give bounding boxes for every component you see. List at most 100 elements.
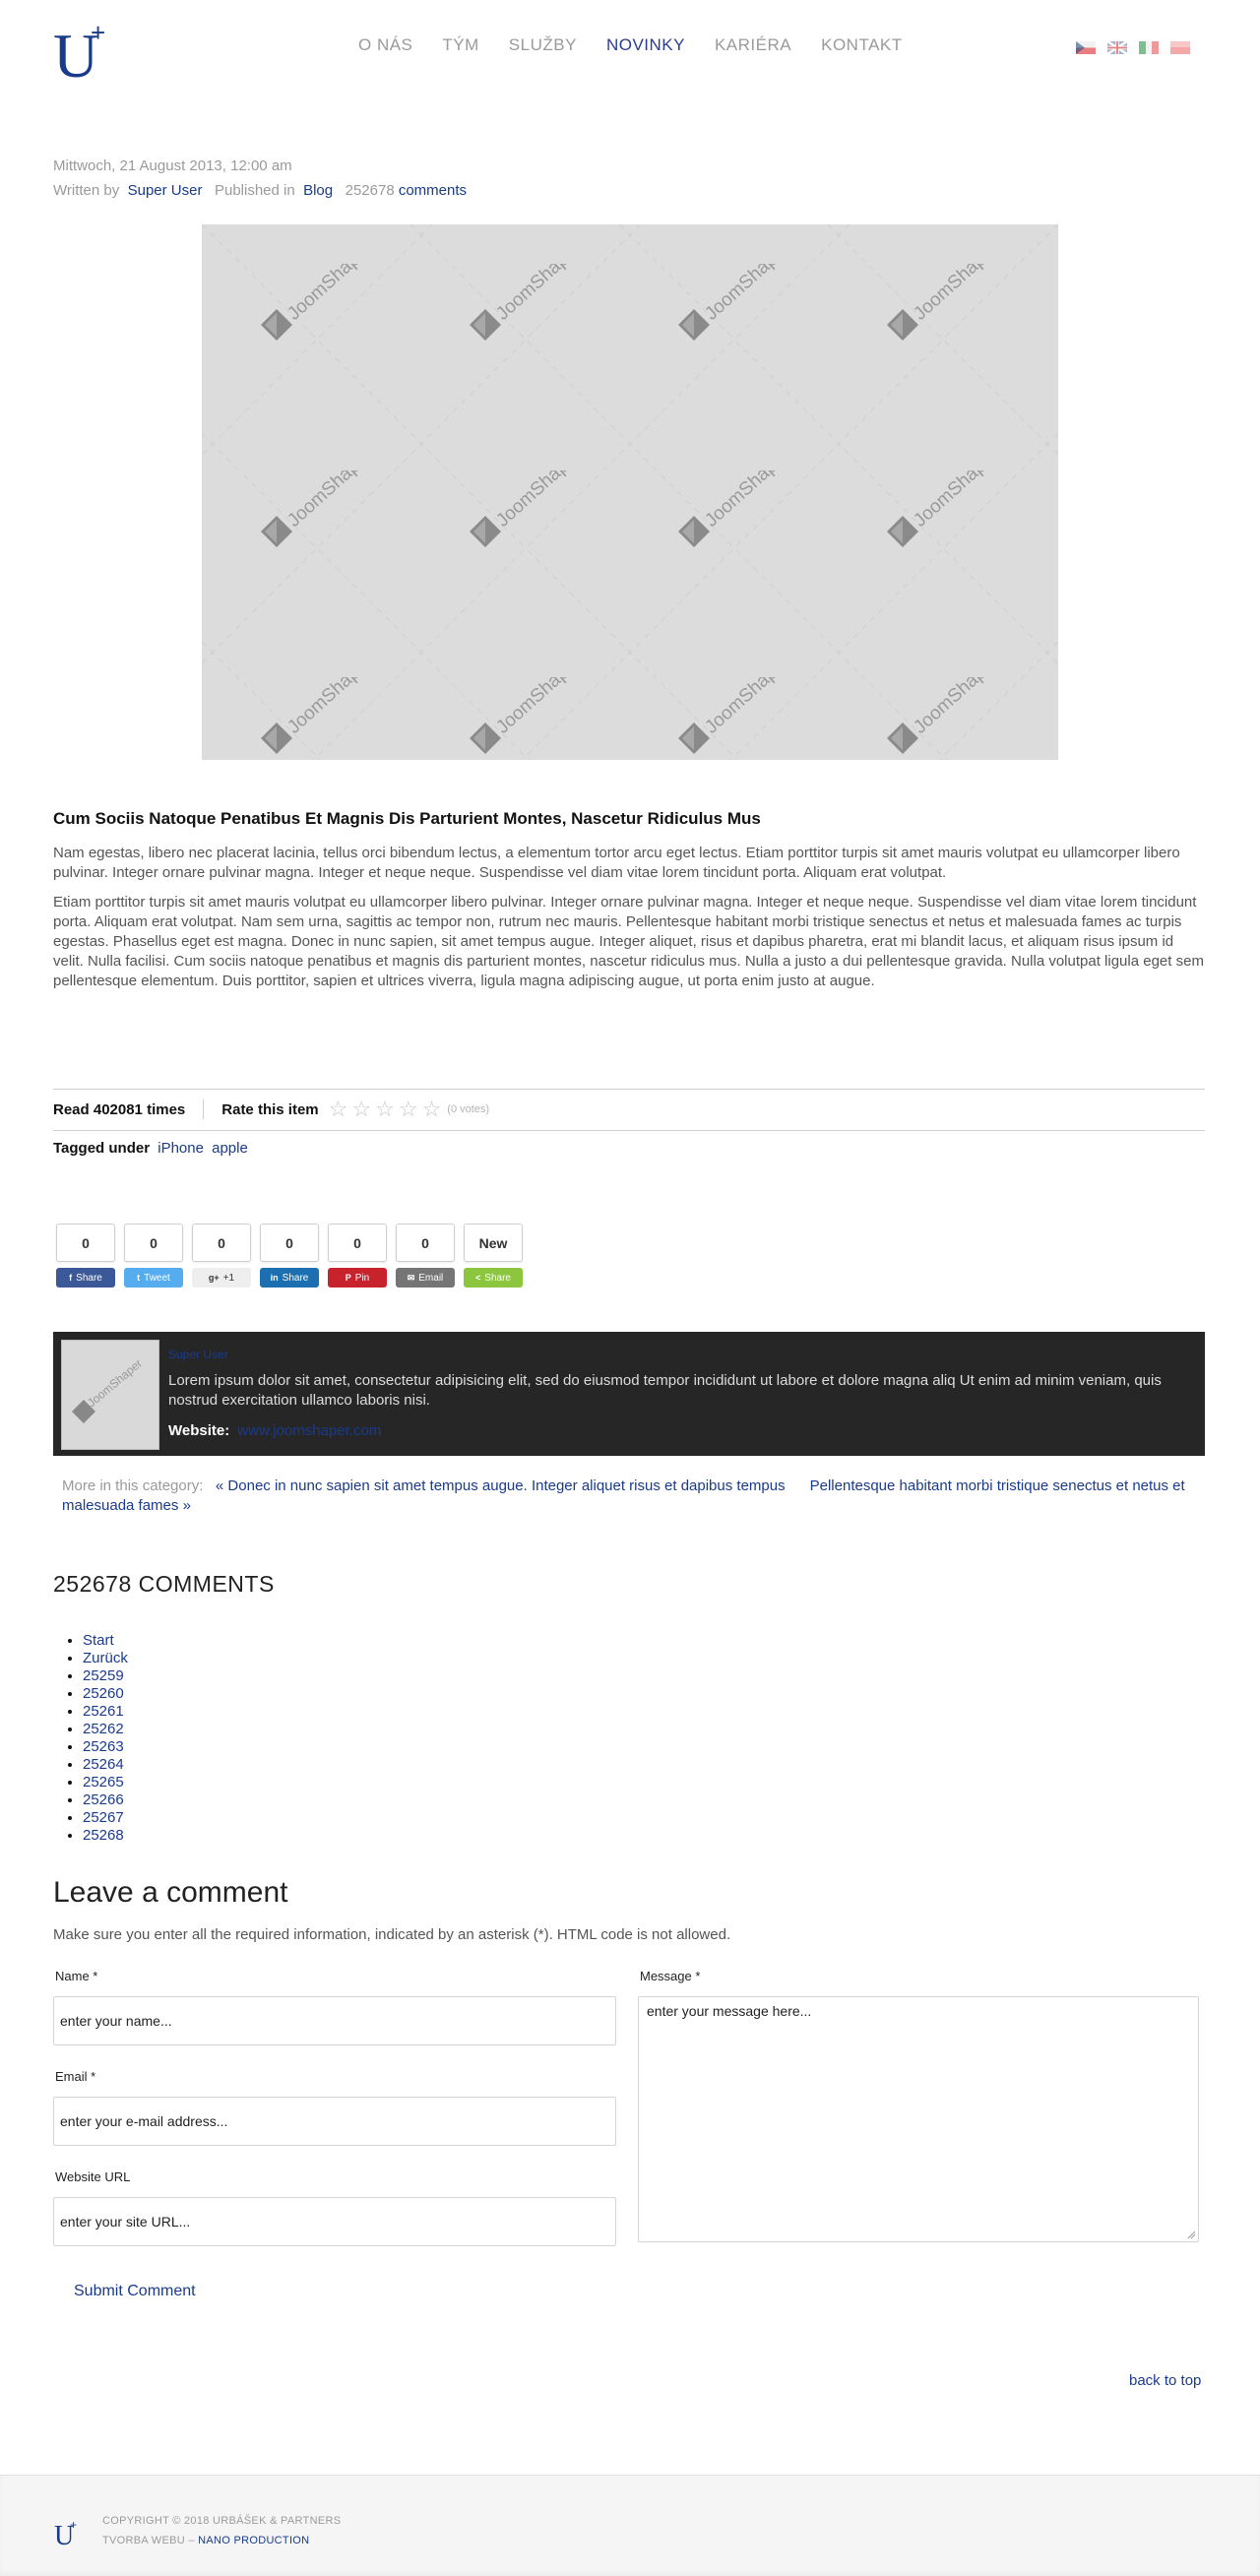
pagination-link[interactable]: 25265 <box>83 1774 124 1791</box>
share-button[interactable]: in Share <box>260 1268 319 1288</box>
pagination-link[interactable]: 25266 <box>83 1791 124 1808</box>
watermark-logo: JoomShaper <box>470 264 578 341</box>
avatar-watermark: JoomShaper <box>85 1356 145 1410</box>
facebook-icon: f <box>69 1273 73 1283</box>
share-button[interactable]: f Share <box>56 1268 115 1288</box>
website-link[interactable]: www.joomshaper.com <box>237 1422 381 1439</box>
back-to-top-link[interactable]: back to top <box>1129 2372 1201 2389</box>
url-field[interactable]: enter your site URL... <box>53 2197 616 2246</box>
footer-logo[interactable]: U + <box>54 2518 80 2551</box>
share-item: 0 f Share <box>56 1224 115 1288</box>
article-paragraph: Nam egestas, libero nec placerat lacinia… <box>53 845 1180 881</box>
svg-text:JoomShaper: JoomShaper <box>492 264 578 325</box>
nav-item[interactable]: O NÁS <box>358 35 412 55</box>
watermark-logo: JoomShaper <box>678 471 787 547</box>
language-switcher <box>1076 39 1190 56</box>
svg-text:JoomShaper: JoomShaper <box>701 471 787 532</box>
email-label: Email * <box>55 2069 96 2084</box>
pagination-link[interactable]: 25259 <box>83 1667 124 1684</box>
resize-handle-icon[interactable] <box>1186 2230 1196 2239</box>
name-field[interactable]: enter your name... <box>53 1996 616 2045</box>
credit-link[interactable]: NANO PRODUCTION <box>198 2535 309 2546</box>
pagination-link[interactable]: Start <box>83 1632 114 1649</box>
category-link[interactable]: Blog <box>303 182 333 199</box>
tag-link[interactable]: apple <box>212 1140 248 1157</box>
pagination-link[interactable]: 25260 <box>83 1685 124 1702</box>
share-count: 0 <box>124 1224 183 1262</box>
share-button[interactable]: t Tweet <box>124 1268 183 1288</box>
svg-text:JoomShaper: JoomShaper <box>910 677 995 738</box>
pagination-link[interactable]: 25261 <box>83 1703 124 1720</box>
pagination-link[interactable]: 25263 <box>83 1738 124 1755</box>
linkedin-icon: in <box>270 1273 279 1283</box>
author-website: Website: www.joomshaper.com <box>168 1422 381 1439</box>
nav-item[interactable]: KARIÉRA <box>715 35 791 55</box>
star-icon[interactable]: ☆ <box>329 1099 348 1120</box>
prev-article-link[interactable]: « Donec in nunc sapien sit amet tempus a… <box>216 1477 786 1494</box>
rating-stars: ☆ ☆ ☆ ☆ ☆ <box>329 1099 442 1120</box>
footer-logo-plus: + <box>70 2519 77 2532</box>
pagination-item: 25261 <box>83 1703 128 1721</box>
comments-link[interactable]: comments <box>399 182 467 199</box>
pagination-link[interactable]: 25262 <box>83 1721 124 1737</box>
footer-credit: TVORBA WEBU – NANO PRODUCTION <box>102 2535 309 2546</box>
share-button[interactable]: < Share <box>464 1268 523 1288</box>
logo-plus: + <box>91 20 105 47</box>
message-field[interactable]: enter your message here... <box>638 1996 1199 2242</box>
pagination-item: 25267 <box>83 1809 128 1827</box>
it-flag-icon[interactable] <box>1139 41 1159 54</box>
watermark-logo: JoomShaper <box>678 264 787 341</box>
tags: Tagged under iPhone apple <box>53 1140 248 1157</box>
article-date: Mittwoch, 21 August 2013, 12:00 am <box>53 157 292 174</box>
share-count: 0 <box>328 1224 387 1262</box>
pagination-link[interactable]: 25268 <box>83 1827 124 1844</box>
submit-comment-button[interactable]: Submit Comment <box>74 2283 196 2300</box>
pagination-item: Zurück <box>83 1650 128 1667</box>
nav-item[interactable]: KONTAKT <box>821 35 903 55</box>
website-label: Website: <box>168 1422 230 1439</box>
svg-text:JoomShaper: JoomShaper <box>910 264 995 325</box>
share-count: 0 <box>260 1224 319 1262</box>
uk-flag-icon[interactable] <box>1106 39 1128 56</box>
divider <box>203 1100 205 1119</box>
svg-text:JoomShaper: JoomShaper <box>910 471 995 532</box>
star-icon[interactable]: ☆ <box>375 1099 395 1120</box>
email-icon: ✉ <box>407 1272 415 1283</box>
nav-item[interactable]: NOVINKY <box>606 35 685 55</box>
share-button[interactable]: P Pin <box>328 1268 387 1288</box>
pagination-link[interactable]: Zurück <box>83 1650 128 1666</box>
published-in-label: Published in <box>214 182 295 199</box>
pagination-link[interactable]: 25264 <box>83 1756 124 1773</box>
svg-text:JoomShaper: JoomShaper <box>492 471 578 532</box>
watermark-logo: JoomShaper <box>678 677 787 754</box>
pagination-link[interactable]: 25267 <box>83 1809 124 1826</box>
svg-text:JoomShaper: JoomShaper <box>701 264 787 325</box>
cz-flag-icon[interactable] <box>1076 41 1096 54</box>
email-field[interactable]: enter your e-mail address... <box>53 2097 616 2146</box>
share-item: New < Share <box>464 1224 523 1288</box>
footer: U + COPYRIGHT © 2018 URBÁŠEK & PARTNERS … <box>0 2475 1260 2576</box>
star-icon[interactable]: ☆ <box>422 1099 442 1120</box>
author-link[interactable]: Super User <box>128 182 203 199</box>
nav-item[interactable]: SLUŽBY <box>509 35 577 55</box>
svg-text:JoomShaper: JoomShaper <box>284 471 369 532</box>
comments-heading: 252678 COMMENTS <box>53 1571 275 1597</box>
more-in-category: More in this category: « Donec in nunc s… <box>62 1476 1204 1516</box>
name-label: Name * <box>55 1969 98 1983</box>
site-logo[interactable]: U + <box>53 18 112 91</box>
star-icon[interactable]: ☆ <box>399 1099 418 1120</box>
tag-link[interactable]: iPhone <box>158 1140 204 1157</box>
divider <box>53 1089 1205 1090</box>
author-box-name[interactable]: Super User <box>168 1348 228 1361</box>
share-item: 0 ✉ Email <box>396 1224 455 1288</box>
share-count: New <box>464 1224 523 1262</box>
share-count: 0 <box>56 1224 115 1262</box>
share-button[interactable]: g+ +1 <box>192 1268 251 1288</box>
share-icon: < <box>475 1273 481 1283</box>
pl-flag-icon[interactable] <box>1170 41 1190 54</box>
watermark-logo: JoomShaper <box>261 677 369 754</box>
share-button[interactable]: ✉ Email <box>396 1268 455 1288</box>
url-label: Website URL <box>55 2169 131 2184</box>
nav-item[interactable]: TÝM <box>442 35 478 55</box>
star-icon[interactable]: ☆ <box>351 1099 371 1120</box>
